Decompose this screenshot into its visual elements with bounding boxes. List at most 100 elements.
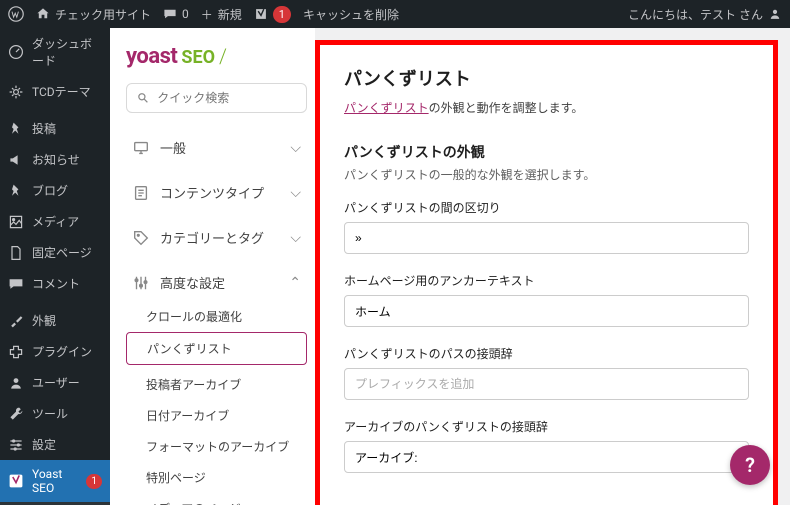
menu-announce-label: お知らせ [32,151,80,168]
menu-users[interactable]: ユーザー [0,367,110,398]
menu-media-label: メディア [32,213,79,230]
plus-icon: ＋ [201,6,213,23]
menu-media[interactable]: メディア [0,206,110,237]
menu-yoast-seo[interactable]: Yoast SEO 1 [0,460,110,502]
new-content-link[interactable]: ＋ 新規 [201,6,242,23]
page-description-rest: の外観と動作を調整します。 [429,101,584,115]
main-content: パンくずリスト パンくずリストの外観と動作を調整します。 パンくずリストの外観 … [315,28,790,505]
dashboard-icon [8,44,24,60]
yoast-icon [254,7,268,21]
document-icon [132,184,150,202]
menu-announce[interactable]: お知らせ [0,144,110,175]
menu-posts[interactable]: 投稿 [0,113,110,144]
menu-comments[interactable]: コメント [0,268,110,299]
nav-categories-label: カテゴリーとタグ [160,228,264,247]
subnav-author-archive[interactable]: 投稿者アーカイブ [126,369,307,400]
menu-pages[interactable]: 固定ページ [0,237,110,268]
menu-dashboard-label: ダッシュボード [32,35,102,69]
site-name-label: チェック用サイト [55,6,151,23]
wp-admin-sidebar: ダッシュボード TCDテーマ 投稿 お知らせ ブログ メディア 固定ページ [0,28,110,505]
menu-settings-label: 設定 [32,436,56,453]
desktop-icon [132,139,150,157]
yoast-adminbar-link[interactable]: 1 [254,6,291,23]
tag-icon [132,229,150,247]
yoast-notification-badge: 1 [273,6,291,23]
menu-blog-label: ブログ [32,182,68,199]
comments-link[interactable]: 0 [163,7,189,21]
cache-delete-link[interactable]: キャッシュを削除 [303,6,399,23]
page-icon [8,245,24,261]
megaphone-icon [8,152,24,168]
help-button[interactable]: ? [730,445,770,485]
breadcrumbs-doc-link[interactable]: パンくずリスト [344,101,429,115]
menu-yoast-label: Yoast SEO [32,467,74,495]
field-separator-label: パンくずリストの間の区切り [344,199,749,216]
chevron-down-icon: ⌵ [290,230,301,246]
menu-pages-label: 固定ページ [32,244,92,261]
gear-icon [8,84,24,100]
pin-icon [8,183,24,199]
menu-tools-label: ツール [32,405,68,422]
subnav-media-pages[interactable]: メディアのページ [126,493,307,505]
nav-general-label: 一般 [160,138,186,157]
search-input[interactable] [157,91,296,105]
menu-users-label: ユーザー [32,374,80,391]
section-appearance-desc: パンくずリストの一般的な外観を選択します。 [344,166,749,183]
yoast-logo-slash: / [219,44,227,68]
menu-blog[interactable]: ブログ [0,175,110,206]
field-archive-label: アーカイブのパンくずリストの接頭辞 [344,418,749,435]
nav-general[interactable]: 一般 ⌵ [126,129,307,166]
pin-icon [8,121,24,137]
yoast-settings-nav: yoast SEO / 一般 ⌵ コンテンツタイプ ⌵ [110,28,315,505]
field-anchor-label: ホームページ用のアンカーテキスト [344,272,749,289]
nav-advanced-label: 高度な設定 [160,273,225,292]
menu-tcd-theme[interactable]: TCDテーマ [0,76,110,107]
subnav-breadcrumbs[interactable]: パンくずリスト [126,332,307,365]
comment-icon [8,276,24,292]
chevron-up-icon: ⌃ [289,275,301,291]
home-icon [36,7,50,21]
menu-plugins[interactable]: プラグイン [0,336,110,367]
user-icon [768,7,782,21]
user-greeting[interactable]: こんにちは、テスト さん [628,6,782,23]
media-icon [8,214,24,230]
cache-label: キャッシュを削除 [303,6,399,23]
menu-comments-label: コメント [32,275,80,292]
yoast-logo-seo: SEO [181,47,215,68]
archive-prefix-input[interactable] [344,441,749,473]
chevron-down-icon: ⌵ [290,185,301,201]
sliders-icon [8,437,24,453]
menu-dashboard[interactable]: ダッシュボード [0,28,110,76]
yoast-logo: yoast SEO / [126,44,307,69]
comment-icon [163,7,177,21]
separator-input[interactable] [344,222,749,254]
section-appearance-title: パンくずリストの外観 [344,142,749,162]
nav-advanced[interactable]: 高度な設定 ⌃ [126,264,307,301]
menu-appearance[interactable]: 外観 [0,305,110,336]
subnav-crawl[interactable]: クロールの最適化 [126,301,307,332]
comments-count: 0 [182,7,189,21]
menu-tools[interactable]: ツール [0,398,110,429]
subnav-format-archive[interactable]: フォーマットのアーカイブ [126,431,307,462]
page-title: パンくずリスト [344,65,749,91]
nav-categories-tags[interactable]: カテゴリーとタグ ⌵ [126,219,307,256]
wp-logo[interactable] [8,6,24,22]
menu-plugins-label: プラグイン [32,343,92,360]
subnav-special-pages[interactable]: 特別ページ [126,462,307,493]
menu-settings[interactable]: 設定 [0,429,110,460]
search-icon [137,91,149,105]
yoast-logo-text: yoast [126,44,177,69]
page-description: パンくずリストの外観と動作を調整します。 [344,99,749,116]
quick-search[interactable] [126,83,307,113]
plugin-icon [8,344,24,360]
chevron-down-icon: ⌵ [290,140,301,156]
nav-content-types[interactable]: コンテンツタイプ ⌵ [126,174,307,211]
subnav-date-archive[interactable]: 日付アーカイブ [126,400,307,431]
brush-icon [8,313,24,329]
prefix-input[interactable] [344,368,749,400]
site-name-link[interactable]: チェック用サイト [36,6,151,23]
highlighted-frame: パンくずリスト パンくずリストの外観と動作を調整します。 パンくずリストの外観 … [315,40,778,505]
yoast-icon [8,473,24,489]
anchor-text-input[interactable] [344,295,749,327]
menu-posts-label: 投稿 [32,120,56,137]
